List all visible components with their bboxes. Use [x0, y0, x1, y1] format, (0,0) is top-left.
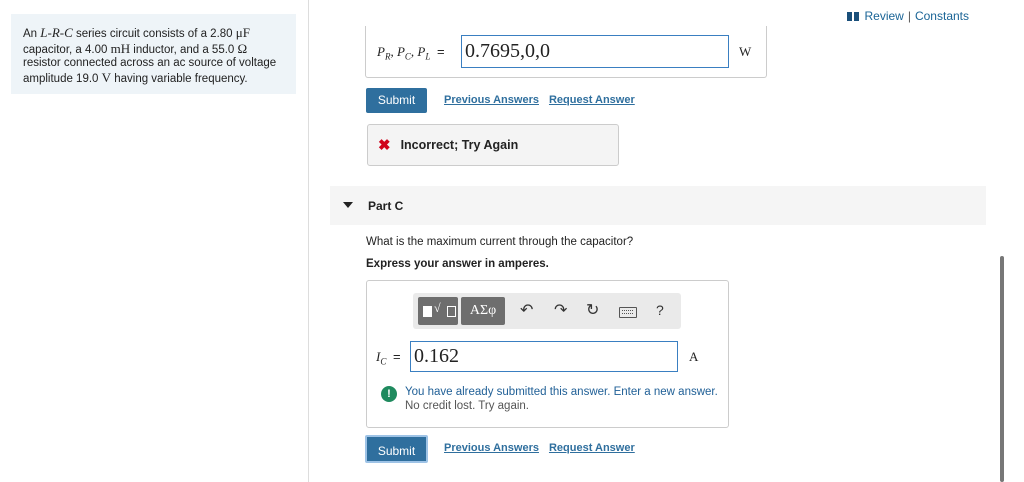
part-b-label: PR, PC, PL =	[377, 44, 445, 62]
problem-text: having variable frequency.	[111, 72, 248, 85]
template-box-icon	[447, 306, 456, 317]
part-c-links: Previous Answers Request Answer	[444, 442, 645, 454]
redo-icon[interactable]: ↷	[554, 300, 567, 320]
feedback-text: Incorrect; Try Again	[400, 138, 519, 152]
problem-text: An	[23, 28, 41, 40]
warning-line-2: No credit lost. Try again.	[405, 400, 529, 412]
review-icon	[847, 11, 860, 21]
help-icon[interactable]: ?	[656, 302, 664, 318]
part-c-unit: A	[689, 349, 699, 364]
part-c-question: What is the maximum current through the …	[366, 236, 634, 248]
voltage-unit: V	[101, 69, 112, 85]
problem-statement: An L-R-C series circuit consists of a 2.…	[11, 14, 296, 94]
undo-icon[interactable]: ↶	[520, 300, 533, 320]
part-b-answer-box: PR, PC, PL = 0.7695,0,0 W	[365, 26, 767, 78]
part-b-feedback: ✖ Incorrect; Try Again	[367, 124, 619, 166]
template-box-icon	[423, 306, 432, 317]
part-c-request-answer-link[interactable]: Request Answer	[549, 442, 635, 454]
part-c-submit-button[interactable]: Submit	[365, 435, 428, 463]
radical-icon: √	[434, 301, 441, 315]
separator: |	[907, 9, 911, 23]
part-c-previous-answers-link[interactable]: Previous Answers	[444, 442, 539, 454]
math-toolbar: √ ΑΣφ ↶ ↷ ↻ ?	[413, 293, 681, 329]
problem-text: inductor, and a 55.0	[130, 43, 238, 56]
part-c-warning: You have already submitted this answer. …	[405, 385, 718, 413]
top-links: Review | Constants	[847, 9, 969, 23]
part-b-submit-button[interactable]: Submit	[366, 88, 427, 113]
warning-line-1: You have already submitted this answer. …	[405, 386, 718, 398]
part-b-links: Previous Answers Request Answer	[444, 94, 645, 106]
circuit-type: L-R-C	[40, 25, 73, 40]
part-c-label: IC =	[376, 349, 401, 367]
problem-text: series circuit consists of a 2.80	[72, 28, 236, 40]
part-c-title: Part C	[368, 199, 404, 213]
warning-icon: !	[381, 386, 397, 402]
resistance-unit: Ω	[237, 40, 248, 56]
constants-link[interactable]: Constants	[915, 9, 969, 23]
capacitance-unit: μF	[235, 25, 250, 40]
part-c-instructions: Express your answer in amperes.	[366, 258, 549, 270]
part-b-previous-answers-link[interactable]: Previous Answers	[444, 94, 539, 106]
review-link[interactable]: Review	[864, 9, 903, 23]
error-icon: ✖	[378, 137, 391, 154]
part-c-header[interactable]	[330, 186, 986, 225]
inductance-unit: mH	[110, 40, 131, 56]
reset-icon[interactable]: ↻	[586, 300, 599, 320]
part-b-unit: W	[739, 44, 752, 59]
left-pane: An L-R-C series circuit consists of a 2.…	[0, 0, 309, 482]
keyboard-icon[interactable]	[619, 307, 637, 318]
greek-symbols-button[interactable]: ΑΣφ	[461, 297, 505, 325]
collapse-triangle-icon[interactable]	[343, 202, 353, 208]
part-b-answer-input[interactable]: 0.7695,0,0	[461, 35, 729, 68]
part-b-request-answer-link[interactable]: Request Answer	[549, 94, 635, 106]
templates-button[interactable]: √	[418, 297, 458, 325]
part-c-answer-input[interactable]: 0.162	[410, 341, 678, 372]
problem-text: capacitor, a 4.00	[23, 43, 111, 56]
scrollbar[interactable]	[1000, 256, 1004, 482]
